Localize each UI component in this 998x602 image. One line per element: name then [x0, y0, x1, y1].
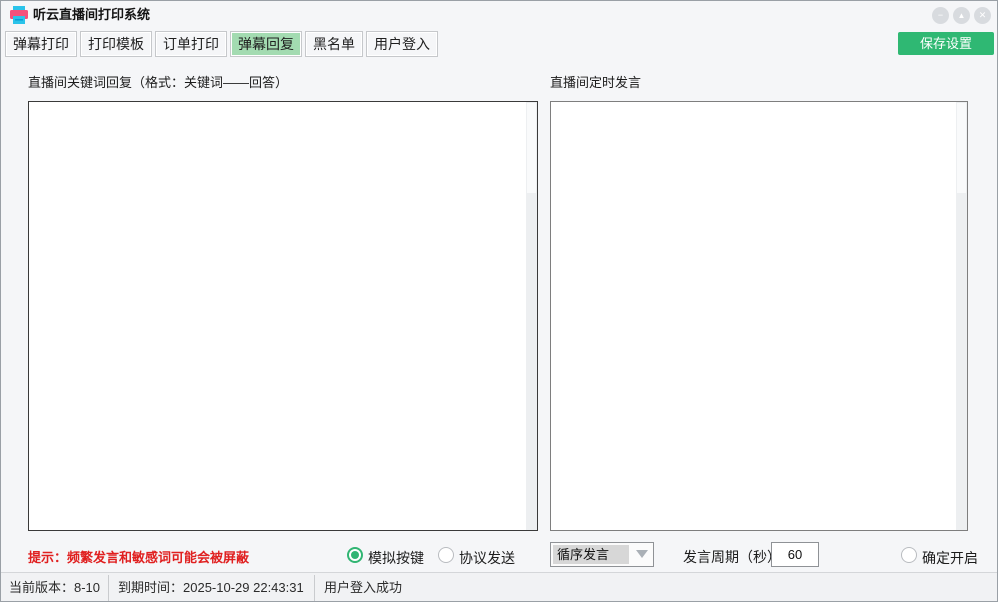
- tab-danmu-reply[interactable]: 弹幕回复: [230, 31, 302, 57]
- protocol-send-radio[interactable]: [438, 547, 454, 563]
- tab-danmu-print[interactable]: 弹幕打印: [5, 31, 77, 57]
- login-status-text: 用户登入成功: [324, 573, 402, 602]
- left-scrollbar-thumb[interactable]: [527, 103, 536, 193]
- status-divider: [314, 575, 315, 601]
- app-window: 听云直播间打印系统 − ▲ ✕ 弹幕打印 打印模板 订单打印 弹幕回复 黑名单 …: [0, 0, 998, 602]
- title-bar: 听云直播间打印系统 − ▲ ✕: [1, 1, 997, 29]
- tab-bar: 弹幕打印 打印模板 订单打印 弹幕回复 黑名单 用户登入: [5, 31, 438, 57]
- scheduled-message-textarea[interactable]: [550, 101, 968, 531]
- status-bar: 当前版本：8-10 到期时间：2025-10-29 22:43:31 用户登入成…: [1, 572, 997, 602]
- keyword-reply-label: 直播间关键词回复（格式：关键词——回答）: [28, 72, 288, 91]
- period-label: 发言周期（秒）: [683, 547, 781, 567]
- tab-order-print[interactable]: 订单打印: [155, 31, 227, 57]
- window-title: 听云直播间打印系统: [33, 1, 150, 29]
- minimize-icon[interactable]: −: [932, 7, 949, 24]
- period-input[interactable]: [771, 542, 819, 567]
- confirm-start-radio-label[interactable]: 确定开启: [922, 548, 978, 568]
- simulate-key-radio[interactable]: [347, 547, 363, 563]
- simulate-key-radio-label[interactable]: 模拟按键: [368, 548, 424, 568]
- printer-icon: [9, 5, 29, 25]
- maximize-icon[interactable]: ▲: [953, 7, 970, 24]
- close-icon[interactable]: ✕: [974, 7, 991, 24]
- protocol-send-radio-label[interactable]: 协议发送: [459, 548, 515, 568]
- send-order-select[interactable]: 循序发言: [550, 542, 654, 567]
- tab-blacklist[interactable]: 黑名单: [305, 31, 363, 57]
- hint-text: 提示：频繁发言和敏感词可能会被屏蔽: [28, 547, 249, 566]
- right-scrollbar[interactable]: [956, 102, 967, 530]
- chevron-down-icon: [636, 550, 648, 558]
- scheduled-message-label: 直播间定时发言: [550, 72, 641, 91]
- version-text: 当前版本：8-10: [9, 573, 100, 602]
- tab-print-template[interactable]: 打印模板: [80, 31, 152, 57]
- left-scrollbar[interactable]: [526, 102, 537, 530]
- send-order-selected-value: 循序发言: [553, 545, 629, 564]
- save-settings-button[interactable]: 保存设置: [898, 32, 994, 55]
- confirm-start-radio[interactable]: [901, 547, 917, 563]
- right-scrollbar-thumb[interactable]: [957, 103, 966, 193]
- expire-time-text: 到期时间：2025-10-29 22:43:31: [118, 573, 304, 602]
- status-divider: [108, 575, 109, 601]
- keyword-reply-textarea[interactable]: [28, 101, 538, 531]
- tab-user-login[interactable]: 用户登入: [366, 31, 438, 57]
